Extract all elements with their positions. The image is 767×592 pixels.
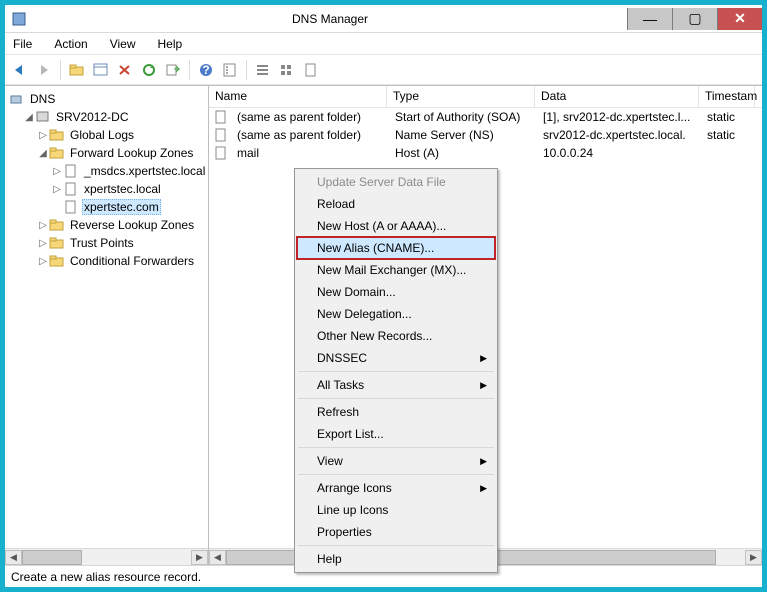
- mi-properties[interactable]: Properties: [297, 521, 495, 543]
- menu-separator: [298, 474, 494, 475]
- properties-icon[interactable]: [219, 59, 241, 81]
- mi-new-mx[interactable]: New Mail Exchanger (MX)...: [297, 259, 495, 281]
- mi-new-host[interactable]: New Host (A or AAAA)...: [297, 215, 495, 237]
- scroll-thumb[interactable]: [22, 550, 82, 565]
- submenu-arrow-icon: ▶: [480, 353, 487, 364]
- record-icon: [213, 128, 229, 142]
- submenu-arrow-icon: ▶: [480, 456, 487, 467]
- tree-zone-xpertstec-com[interactable]: xpertstec.com: [9, 198, 208, 216]
- menu-separator: [298, 398, 494, 399]
- list-row[interactable]: (same as parent folder) Start of Authori…: [209, 108, 762, 126]
- refresh-icon[interactable]: [138, 59, 160, 81]
- mi-other-new-records[interactable]: Other New Records...: [297, 325, 495, 347]
- tree-zone-xpertstec-local[interactable]: ▷ xpertstec.local: [9, 180, 208, 198]
- tree-root-dns[interactable]: DNS: [9, 90, 208, 108]
- mi-update-server-data: Update Server Data File: [297, 171, 495, 193]
- zone-icon: [63, 200, 79, 214]
- menu-separator: [298, 371, 494, 372]
- mi-new-alias-cname[interactable]: New Alias (CNAME)...: [296, 236, 496, 260]
- mi-export-list[interactable]: Export List...: [297, 423, 495, 445]
- scroll-left-icon[interactable]: ◀: [209, 550, 226, 565]
- column-name[interactable]: Name: [209, 86, 387, 107]
- mi-help[interactable]: Help: [297, 548, 495, 570]
- folder-icon: [49, 236, 65, 250]
- expander-icon[interactable]: ▷: [37, 256, 49, 267]
- menu-view[interactable]: View: [106, 35, 140, 53]
- expander-icon[interactable]: ◢: [37, 148, 49, 159]
- menu-separator: [298, 447, 494, 448]
- menu-help[interactable]: Help: [154, 35, 187, 53]
- expander-icon[interactable]: ▷: [37, 130, 49, 141]
- help-icon[interactable]: ?: [195, 59, 217, 81]
- mi-view[interactable]: View▶: [297, 450, 495, 472]
- dns-icon: [9, 92, 25, 106]
- window-title: DNS Manager: [33, 12, 627, 26]
- mi-refresh[interactable]: Refresh: [297, 401, 495, 423]
- mi-dnssec[interactable]: DNSSEC▶: [297, 347, 495, 369]
- mi-reload[interactable]: Reload: [297, 193, 495, 215]
- page-icon[interactable]: [300, 59, 322, 81]
- toolbar: ?: [5, 55, 762, 85]
- menu-separator: [298, 545, 494, 546]
- title-bar: DNS Manager — ▢ ✕: [5, 5, 762, 33]
- mi-arrange-icons[interactable]: Arrange Icons▶: [297, 477, 495, 499]
- forward-button[interactable]: [33, 59, 55, 81]
- close-button[interactable]: ✕: [717, 8, 762, 30]
- minimize-button[interactable]: —: [627, 8, 672, 30]
- maximize-button[interactable]: ▢: [672, 8, 717, 30]
- mi-new-domain[interactable]: New Domain...: [297, 281, 495, 303]
- mi-all-tasks[interactable]: All Tasks▶: [297, 374, 495, 396]
- folder-icon: [49, 146, 65, 160]
- tree-hscroll[interactable]: ◀ ▶: [5, 548, 208, 565]
- context-menu: Update Server Data File Reload New Host …: [294, 168, 498, 573]
- details-icon[interactable]: [90, 59, 112, 81]
- expander-icon[interactable]: ▷: [51, 184, 63, 195]
- list-row[interactable]: mail Host (A) 10.0.0.24: [209, 144, 762, 162]
- column-data[interactable]: Data: [535, 86, 699, 107]
- list-row[interactable]: (same as parent folder) Name Server (NS)…: [209, 126, 762, 144]
- tree-trust-points[interactable]: ▷ Trust Points: [9, 234, 208, 252]
- tree-server[interactable]: ◢ SRV2012-DC: [9, 108, 208, 126]
- list-header: Name Type Data Timestam: [209, 86, 762, 108]
- scroll-left-icon[interactable]: ◀: [5, 550, 22, 565]
- back-button[interactable]: [9, 59, 31, 81]
- scroll-right-icon[interactable]: ▶: [745, 550, 762, 565]
- tree-conditional-forwarders[interactable]: ▷ Conditional Forwarders: [9, 252, 208, 270]
- expander-icon[interactable]: ▷: [51, 166, 63, 177]
- menu-file[interactable]: File: [9, 35, 36, 53]
- grid-icon[interactable]: [276, 59, 298, 81]
- expander-icon[interactable]: ▷: [37, 220, 49, 231]
- add-folder-icon[interactable]: [66, 59, 88, 81]
- mi-new-delegation[interactable]: New Delegation...: [297, 303, 495, 325]
- tree-zone-msdcs[interactable]: ▷ _msdcs.xpertstec.local: [9, 162, 208, 180]
- menu-bar: File Action View Help: [5, 33, 762, 55]
- export-icon[interactable]: [162, 59, 184, 81]
- folder-icon: [49, 218, 65, 232]
- tree-reverse-zones[interactable]: ▷ Reverse Lookup Zones: [9, 216, 208, 234]
- list-icon[interactable]: [252, 59, 274, 81]
- submenu-arrow-icon: ▶: [480, 380, 487, 391]
- zone-icon: [63, 182, 79, 196]
- svg-text:?: ?: [202, 63, 209, 77]
- menu-action[interactable]: Action: [50, 35, 91, 53]
- expander-icon[interactable]: ◢: [23, 112, 35, 123]
- column-timestamp[interactable]: Timestam: [699, 86, 755, 107]
- app-icon: [11, 11, 27, 27]
- mi-line-up-icons[interactable]: Line up Icons: [297, 499, 495, 521]
- status-text: Create a new alias resource record.: [11, 570, 201, 584]
- record-icon: [213, 110, 229, 124]
- tree-forward-zones[interactable]: ◢ Forward Lookup Zones: [9, 144, 208, 162]
- submenu-arrow-icon: ▶: [480, 483, 487, 494]
- column-type[interactable]: Type: [387, 86, 535, 107]
- expander-icon[interactable]: ▷: [37, 238, 49, 249]
- record-icon: [213, 146, 229, 160]
- folder-icon: [49, 128, 65, 142]
- zone-icon: [63, 164, 79, 178]
- tree-global-logs[interactable]: ▷ Global Logs: [9, 126, 208, 144]
- scroll-right-icon[interactable]: ▶: [191, 550, 208, 565]
- delete-icon[interactable]: [114, 59, 136, 81]
- tree-pane: DNS ◢ SRV2012-DC ▷ Global Logs ◢ Forward…: [5, 86, 209, 565]
- folder-icon: [49, 254, 65, 268]
- server-icon: [35, 110, 51, 124]
